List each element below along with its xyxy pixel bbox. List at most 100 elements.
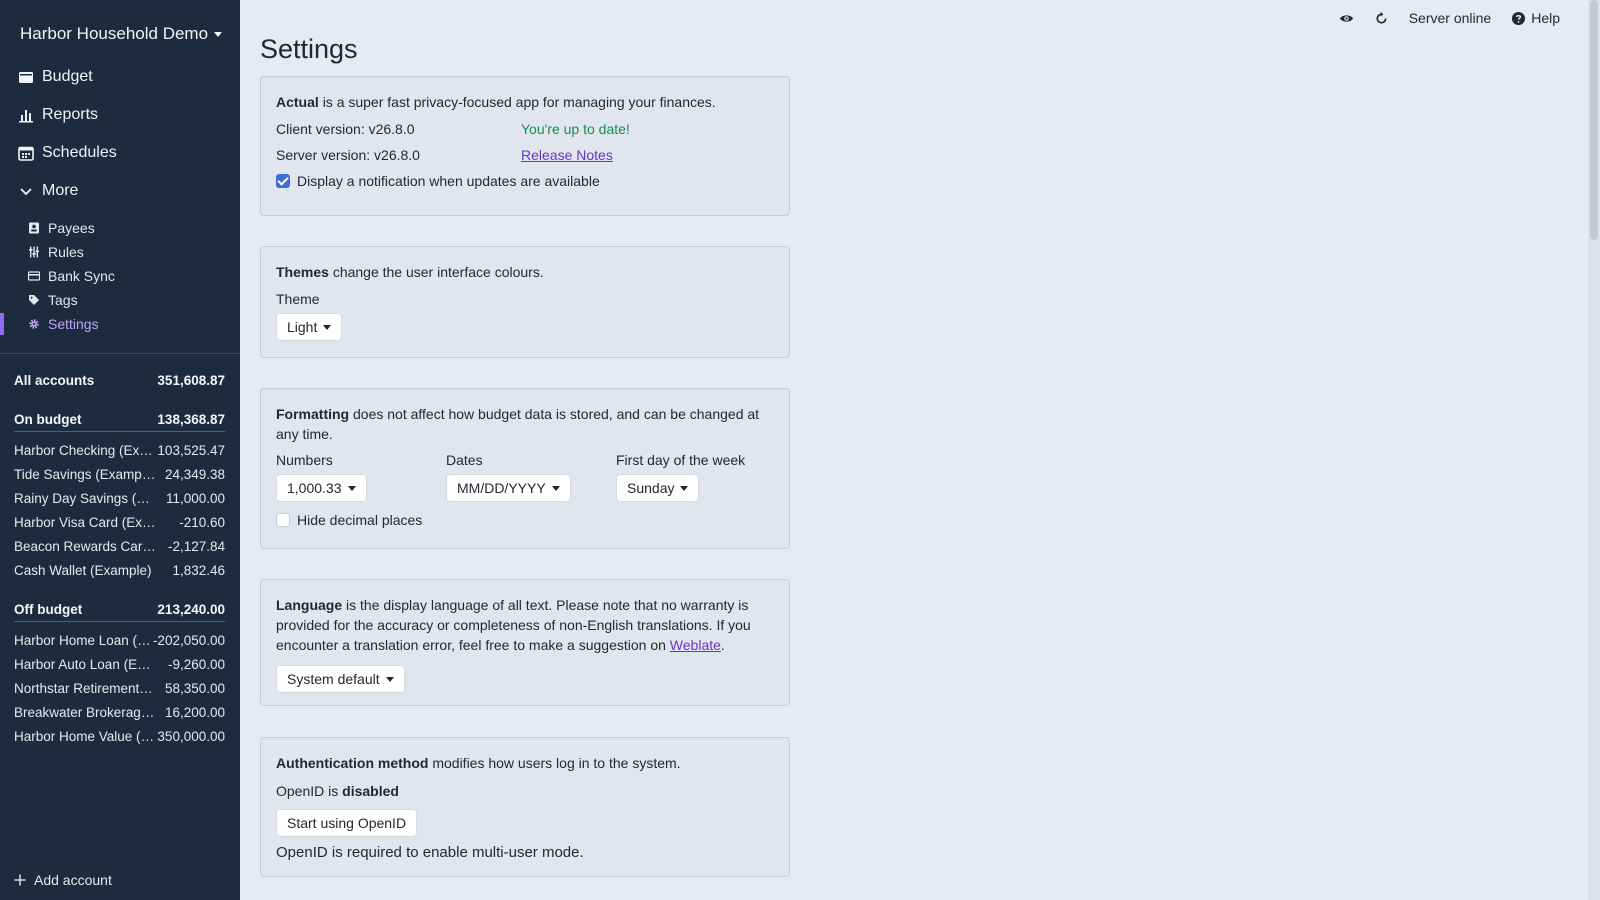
account-name: Rainy Day Savings (Example) <box>14 491 156 506</box>
calendar-icon <box>18 146 34 161</box>
sidebar-item-payees[interactable]: Payees <box>28 220 95 236</box>
address-book-icon <box>29 222 39 234</box>
privacy-toggle-button[interactable] <box>1339 11 1354 26</box>
account-row[interactable]: Harbor Home Value (Example) 350,000.00 <box>14 729 225 744</box>
section-underline <box>14 431 225 432</box>
theme-select[interactable]: Light <box>276 313 343 341</box>
all-accounts-row[interactable]: All accounts 351,608.87 <box>14 373 225 388</box>
numbers-select[interactable]: 1,000.33 <box>276 474 367 502</box>
formatting-desc: Formatting does not affect how budget da… <box>276 404 774 444</box>
account-name: Harbor Visa Card (Example) <box>14 515 156 530</box>
server-status-label: Server online <box>1408 10 1492 26</box>
theme-value: Light <box>287 319 318 335</box>
themes-desc: Themes change the user interface colours… <box>276 262 774 282</box>
sidebar-item-settings[interactable]: Settings <box>28 316 99 332</box>
scrollbar-thumb[interactable] <box>1590 0 1598 240</box>
release-notes-link[interactable]: Release Notes <box>521 147 613 163</box>
language-period: . <box>720 637 725 653</box>
chevron-down-icon <box>680 485 689 491</box>
numbers-label: Numbers <box>276 452 333 468</box>
sidebar-item-bank-sync[interactable]: Bank Sync <box>28 268 115 284</box>
account-balance: 58,350.00 <box>164 681 225 696</box>
language-select[interactable]: System default <box>276 665 405 693</box>
plus-icon <box>14 874 26 886</box>
week-start-label: First day of the week <box>616 452 746 468</box>
account-name: Cash Wallet (Example) <box>14 563 152 578</box>
sidebar-item-tags[interactable]: Tags <box>28 292 78 308</box>
chevron-down-icon <box>551 485 560 491</box>
sidebar-item-rules[interactable]: Rules <box>28 244 84 260</box>
sidebar-divider <box>0 353 240 354</box>
account-row[interactable]: Tide Savings (Example) 24,349.38 <box>14 467 225 482</box>
sidebar: Harbor Household Demo Budget Reports Sch… <box>0 0 240 900</box>
nav-reports-label: Reports <box>42 106 99 123</box>
off-budget-row[interactable]: Off budget 213,240.00 <box>14 602 225 617</box>
eye-icon <box>1339 14 1353 22</box>
account-name: Tide Savings (Example) <box>14 467 156 482</box>
account-row[interactable]: Cash Wallet (Example) 1,832.46 <box>14 563 225 578</box>
chevron-down-icon <box>347 485 356 491</box>
account-row[interactable]: Harbor Home Loan (Example) -202,050.00 <box>14 633 225 648</box>
help-icon <box>1512 11 1526 25</box>
account-name: Harbor Home Loan (Example) <box>14 633 153 648</box>
sidebar-item-label: Settings <box>48 316 99 332</box>
sidebar-item-label: Rules <box>48 244 84 260</box>
themes-card: Themes change the user interface colours… <box>260 246 790 358</box>
openid-prefix: OpenID is <box>276 783 339 799</box>
nav-reports[interactable]: Reports <box>18 106 98 124</box>
language-desc: Language is the display language of all … <box>276 595 774 655</box>
chevron-down-icon <box>20 188 32 196</box>
week-start-value: Sunday <box>627 480 675 496</box>
account-name: All accounts <box>14 373 95 388</box>
theme-label: Theme <box>276 291 320 307</box>
bar-chart-icon <box>19 110 33 123</box>
account-name: Harbor Home Value (Example) <box>14 729 156 744</box>
start-openid-button[interactable]: Start using OpenID <box>276 809 418 837</box>
account-balance: -2,127.84 <box>167 539 225 554</box>
account-row[interactable]: Harbor Checking (Example) 103,525.47 <box>14 443 225 458</box>
sync-button[interactable] <box>1374 11 1389 26</box>
openid-status-value: disabled <box>342 783 399 799</box>
nav-schedules-label: Schedules <box>42 144 117 161</box>
add-account-button[interactable]: Add account <box>14 872 112 888</box>
language-heading: Language <box>276 597 343 613</box>
budget-name: Harbor Household Demo <box>20 24 209 43</box>
account-row[interactable]: Northstar Retirement (Example) 58,350.00 <box>14 681 225 696</box>
account-row[interactable]: Beacon Rewards Card (Example) -2,127.84 <box>14 539 225 554</box>
account-row[interactable]: Harbor Auto Loan (Example) -9,260.00 <box>14 657 225 672</box>
formatting-heading: Formatting <box>276 406 350 422</box>
server-status[interactable]: Server online <box>1409 10 1492 26</box>
formatting-desc-text: does not affect how budget data is store… <box>276 406 760 442</box>
hide-decimals-label: Hide decimal places <box>297 512 423 528</box>
account-name: Beacon Rewards Card (Example) <box>14 539 156 554</box>
nav-more[interactable]: More <box>18 182 78 200</box>
notify-updates-label: Display a notification when updates are … <box>297 173 600 189</box>
account-balance: -202,050.00 <box>152 633 225 648</box>
top-bar: Server online Help <box>1339 10 1560 26</box>
account-name: Harbor Auto Loan (Example) <box>14 657 156 672</box>
notify-updates-checkbox[interactable] <box>276 174 290 188</box>
scrollbar[interactable] <box>1588 0 1600 900</box>
about-intro-text: is a super fast privacy-focused app for … <box>322 94 716 110</box>
help-button[interactable]: Help <box>1511 10 1560 26</box>
account-row[interactable]: Rainy Day Savings (Example) 11,000.00 <box>14 491 225 506</box>
gear-icon <box>29 319 39 329</box>
hide-decimals-checkbox[interactable] <box>276 513 290 527</box>
wallet-icon <box>19 72 33 83</box>
chevron-down-icon <box>323 324 332 330</box>
account-balance: 103,525.47 <box>157 443 225 458</box>
on-budget-row[interactable]: On budget 138,368.87 <box>14 412 225 427</box>
weblate-link[interactable]: Weblate <box>670 637 721 653</box>
dates-select[interactable]: MM/DD/YYYY <box>446 474 571 502</box>
account-row[interactable]: Harbor Visa Card (Example) -210.60 <box>14 515 225 530</box>
account-balance: -9,260.00 <box>167 657 225 672</box>
credit-card-icon <box>28 271 40 281</box>
nav-budget[interactable]: Budget <box>18 68 93 86</box>
week-start-select[interactable]: Sunday <box>616 474 700 502</box>
language-value: System default <box>287 671 380 687</box>
account-balance: 213,240.00 <box>157 602 225 617</box>
nav-schedules[interactable]: Schedules <box>18 144 117 162</box>
client-version: Client version: v26.8.0 <box>276 121 415 137</box>
budget-switcher[interactable]: Harbor Household Demo <box>20 24 223 44</box>
account-row[interactable]: Breakwater Brokerage (Example) 16,200.00 <box>14 705 225 720</box>
